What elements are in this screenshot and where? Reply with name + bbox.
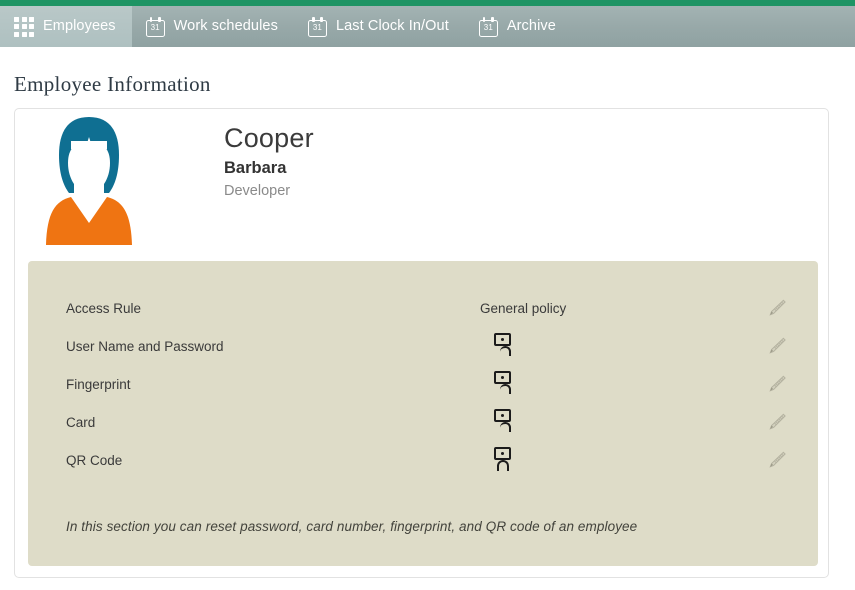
calendar-icon: 31 — [308, 17, 327, 37]
details-note: In this section you can reset password, … — [66, 519, 637, 534]
main-tab-bar: Employees 31 Work schedules 31 Last Clock In… — [0, 6, 855, 47]
calendar-icon: 31 — [146, 17, 165, 37]
tab-last-clock-in-out[interactable]: 31 Last Clock In/Out — [294, 6, 465, 47]
detail-row: QR Code — [28, 441, 818, 479]
detail-row: User Name and Password — [28, 327, 818, 365]
tab-work-schedules[interactable]: 31 Work schedules — [132, 6, 294, 47]
employee-details-panel: Access Rule General policy User Name and P… — [28, 261, 818, 566]
edit-pencil-icon[interactable] — [766, 373, 788, 395]
employee-last-name: Cooper — [224, 122, 314, 154]
detail-row: Fingerprint — [28, 365, 818, 403]
tab-archive[interactable]: 31 Archive — [465, 6, 572, 47]
detail-row-label: Access Rule — [66, 301, 141, 316]
calendar-icon-day: 31 — [308, 24, 327, 32]
employee-name-block: Cooper Barbara Developer — [224, 122, 314, 202]
page-title: Employee Information — [14, 72, 211, 97]
detail-row-label: Card — [66, 415, 95, 430]
edit-pencil-icon[interactable] — [766, 297, 788, 319]
employee-header: Cooper Barbara Developer — [15, 109, 828, 254]
edit-pencil-icon[interactable] — [766, 335, 788, 357]
calendar-icon: 31 — [479, 17, 498, 37]
detail-row-value: General policy — [480, 301, 566, 316]
detail-row-label: QR Code — [66, 453, 122, 468]
edit-pencil-icon[interactable] — [766, 449, 788, 471]
avatar — [41, 111, 137, 251]
calendar-icon-day: 31 — [479, 24, 498, 32]
employee-first-name: Barbara — [224, 156, 314, 180]
employee-role: Developer — [224, 180, 314, 202]
detail-row: Access Rule General policy — [28, 289, 818, 327]
calendar-icon-day: 31 — [146, 24, 165, 32]
employee-card: Cooper Barbara Developer Access Rule Gene… — [14, 108, 829, 578]
grid-icon — [14, 17, 34, 37]
tab-label: Employees — [43, 19, 116, 35]
detail-row: Card — [28, 403, 818, 441]
detail-row-label: User Name and Password — [66, 339, 224, 354]
tab-label: Last Clock In/Out — [336, 19, 449, 35]
tab-employees[interactable]: Employees — [0, 6, 132, 47]
tab-label: Archive — [507, 19, 556, 35]
detail-row-label: Fingerprint — [66, 377, 131, 392]
tab-label: Work schedules — [174, 19, 278, 35]
edit-pencil-icon[interactable] — [766, 411, 788, 433]
